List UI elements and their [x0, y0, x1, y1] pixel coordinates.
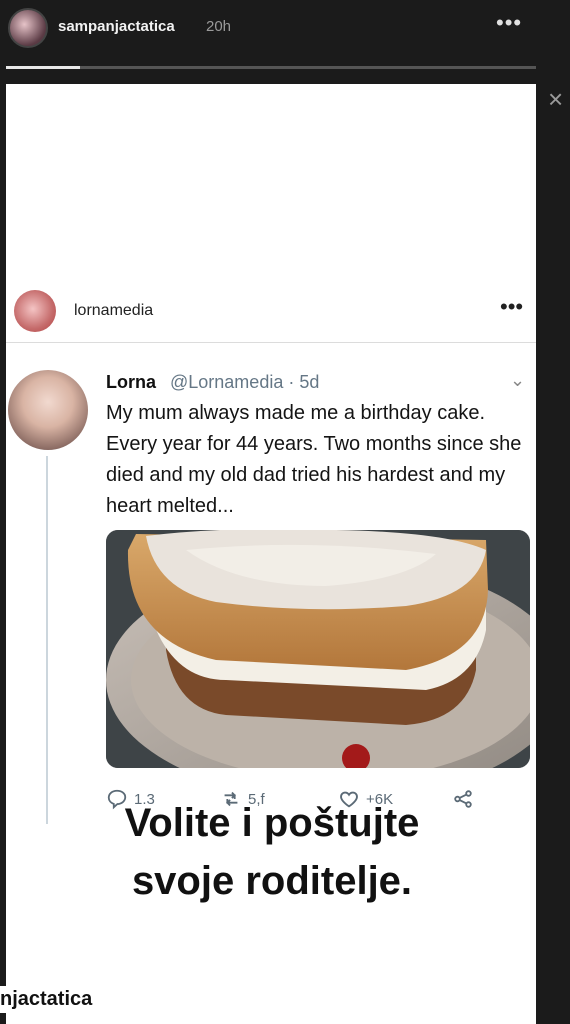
- cake-photo[interactable]: [106, 530, 530, 768]
- caption-line-1: Volite i poštujte: [124, 801, 420, 845]
- thread-line: [46, 456, 48, 824]
- story-progress-fill: [6, 66, 81, 69]
- post-header: lornamedia •••: [6, 282, 536, 343]
- post-avatar[interactable]: [14, 290, 56, 332]
- story-username[interactable]: sampanjactatica: [58, 18, 175, 35]
- story-avatar[interactable]: [8, 8, 48, 48]
- chevron-down-icon[interactable]: ⌄: [510, 370, 525, 391]
- post-more-icon[interactable]: •••: [500, 294, 523, 320]
- ellipsis-icon[interactable]: •••: [496, 10, 522, 36]
- close-icon[interactable]: ×: [548, 84, 563, 115]
- cake-image: [106, 530, 530, 768]
- tweet-avatar[interactable]: [8, 370, 88, 450]
- caption-line-2: svoje roditelje.: [131, 859, 413, 903]
- tweet-text: My mum always made me a birthday cake. E…: [106, 402, 522, 517]
- story-progress-bar: [6, 66, 536, 69]
- story-header: sampanjactatica 20h •••: [0, 0, 570, 60]
- story-caption: Volite i poštujte svoje roditelje.: [0, 794, 544, 910]
- post-username[interactable]: lornamedia: [74, 302, 153, 320]
- story-time: 20h: [206, 18, 232, 35]
- tweet-handle-time: @Lornamedia · 5d: [170, 372, 320, 392]
- tweet-author-name[interactable]: Lorna: [106, 372, 156, 393]
- bottom-username: njactatica: [0, 986, 97, 1013]
